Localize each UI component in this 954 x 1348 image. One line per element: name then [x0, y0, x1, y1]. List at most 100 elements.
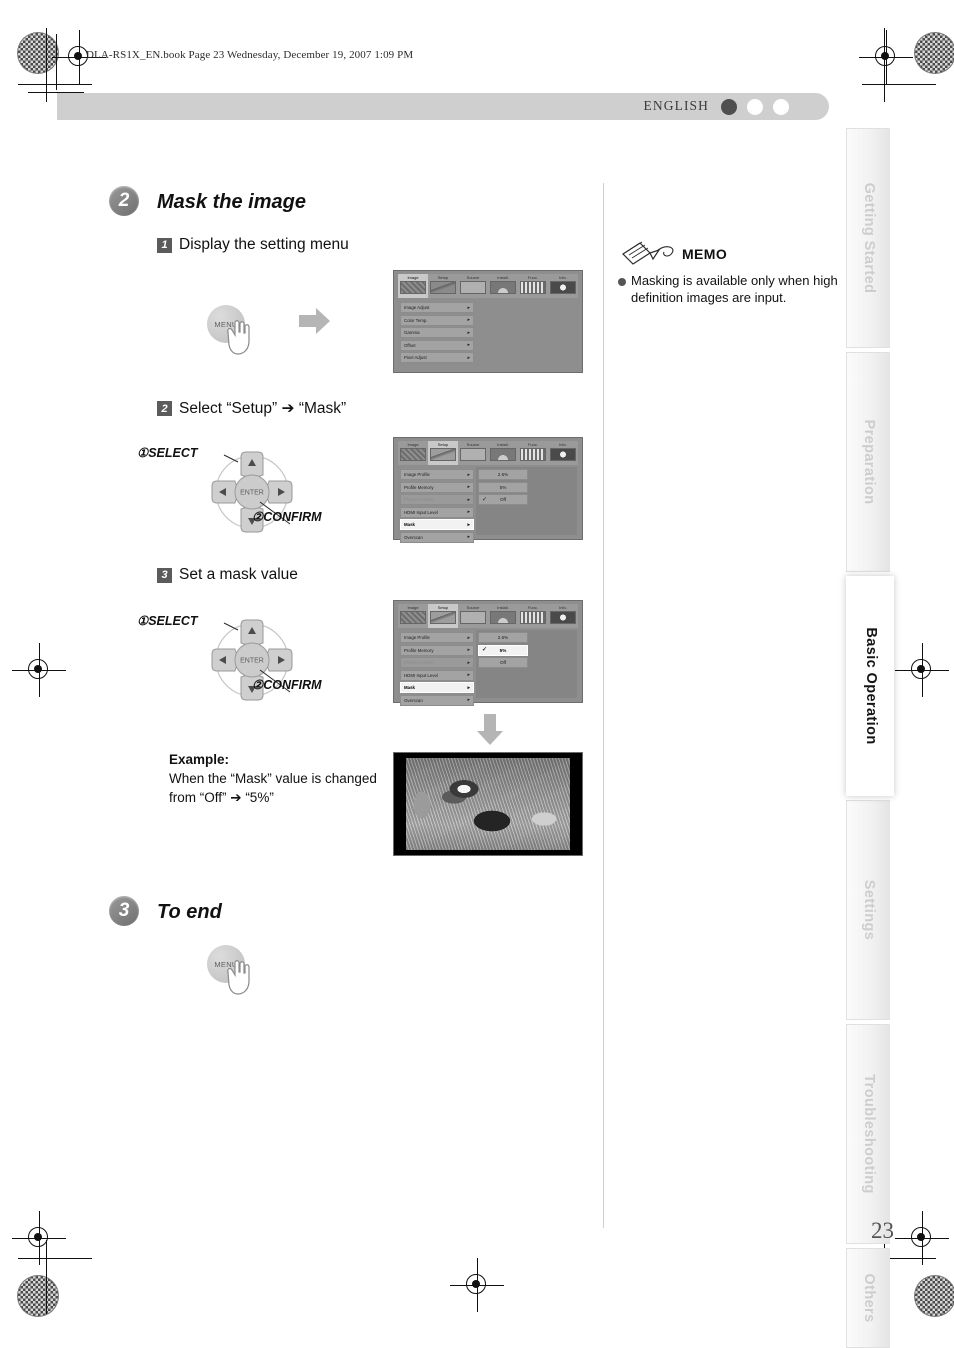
osd-value-option[interactable]: ✓ 5%: [478, 644, 528, 656]
index-tab-getting-started[interactable]: Getting Started: [846, 128, 890, 348]
osd-menu-item[interactable]: Mask ▸: [400, 682, 474, 694]
osd-tab-label: Setup: [437, 275, 449, 280]
osd-menu-item[interactable]: Image Profile ▸: [400, 632, 474, 643]
osd-tab-source[interactable]: Source: [458, 274, 488, 298]
grey-arrow-right-1: [299, 308, 330, 334]
osd-value-option[interactable]: Off: [478, 657, 528, 669]
index-tab-troubleshooting[interactable]: Troubleshooting: [846, 1024, 890, 1244]
example-text: Example: When the “Mask” value is change…: [169, 750, 409, 807]
bars-icon: [520, 281, 546, 294]
osd-menu-item-label: Profile Memory: [404, 484, 434, 490]
osd-tab-install[interactable]: Install.: [488, 274, 518, 298]
osd-tab-source[interactable]: Source: [458, 604, 488, 628]
osd-value-option[interactable]: ✓ Off: [478, 494, 528, 506]
info-icon: [550, 448, 576, 461]
section-number-3: 3: [109, 896, 139, 926]
index-tab-settings[interactable]: Settings: [846, 800, 890, 1020]
osd-menu-item[interactable]: Image Adjust ▸: [400, 302, 474, 313]
index-tab-basic-operation[interactable]: Basic Operation: [846, 576, 894, 796]
source-connector-icon: [460, 281, 486, 294]
registration-mark-bottom-right: [895, 1211, 949, 1265]
osd-menu-item-label: Pixel Adjust: [404, 355, 427, 361]
osd-tab-image[interactable]: Image: [398, 441, 428, 465]
image-icon: [400, 448, 426, 461]
memo-text: Masking is available only when high defi…: [631, 273, 838, 305]
projector-icon: [490, 611, 516, 624]
osd-menu-item[interactable]: Picture Position ▸: [400, 657, 474, 669]
language-label: ENGLISH: [643, 98, 709, 113]
osd-value-option[interactable]: 2.5%: [478, 469, 528, 480]
memo-bullet: [618, 278, 626, 286]
osd-tab-install[interactable]: Install.: [488, 441, 518, 465]
osd-value-option[interactable]: 2.5%: [478, 632, 528, 643]
osd-menu-item[interactable]: Pixel Adjust ▸: [400, 352, 474, 364]
chevron-right-icon: ▸: [467, 634, 470, 641]
header-dot-hollow-2: [773, 99, 789, 115]
info-icon: [550, 281, 576, 294]
photo-mask-bottom: [394, 850, 582, 855]
osd-tab-func[interactable]: Func.: [518, 274, 548, 298]
osd-menu-item-label: Mask: [404, 522, 415, 528]
chevron-right-icon: ▸: [467, 484, 470, 491]
osd-tab-func[interactable]: Func.: [518, 604, 548, 628]
osd-menu-item-label: Overscan: [404, 697, 423, 703]
osd-menu-item[interactable]: Overscan ▸: [400, 694, 474, 706]
osd-tab-install[interactable]: Install.: [488, 604, 518, 628]
step-number: 3: [157, 567, 172, 583]
osd-menu-setup-mask-5pct: Image Setup Source Install. Func. Info. …: [393, 600, 583, 706]
crop-line-bottom-left-h: [18, 1258, 92, 1259]
registration-mark-top-right: [859, 30, 913, 84]
step-text: Select “Setup” ➔ “Mask”: [179, 400, 347, 417]
osd-menu-item[interactable]: HDMI Input Level ▸: [400, 506, 474, 518]
osd-value-label: Off: [499, 660, 507, 666]
osd-value-option[interactable]: 5%: [478, 481, 528, 493]
index-tab-preparation[interactable]: Preparation: [846, 352, 890, 572]
chevron-right-icon: ▸: [467, 471, 470, 478]
page-header-bar: ENGLISH: [57, 93, 829, 120]
book-file-banner: DLA-RS1X_EN.book Page 23 Wednesday, Dece…: [86, 49, 414, 61]
osd-tab-setup[interactable]: Setup: [428, 441, 458, 465]
osd-tab-image[interactable]: Image: [398, 604, 428, 628]
osd-item-list: Image Profile ▸ Profile Memory ▸ Picture Pos…: [400, 632, 474, 708]
osd-menu-item-label: Overscan: [404, 534, 423, 540]
osd-menu-item[interactable]: Profile Memory ▸: [400, 481, 474, 493]
registration-mark-mid-right: [895, 643, 949, 697]
osd-tab-setup[interactable]: Setup: [428, 604, 458, 628]
osd-tab-source[interactable]: Source: [458, 441, 488, 465]
osd-value-label: 5%: [499, 647, 507, 653]
osd-menu-item[interactable]: HDMI Input Level ▸: [400, 669, 474, 681]
example-label: Example:: [169, 752, 230, 767]
osd-tab-info[interactable]: Info.: [548, 604, 578, 628]
example-photo-red-pandas: [393, 752, 583, 856]
osd-item-list: Image Profile ▸ Profile Memory ▸ Picture Pos…: [400, 469, 474, 545]
osd-tab-info[interactable]: Info.: [548, 274, 578, 298]
pointing-hand-icon-1: [227, 320, 250, 355]
osd-tab-info[interactable]: Info.: [548, 441, 578, 465]
osd-menu-item[interactable]: Overscan ▸: [400, 531, 474, 543]
osd-menu-item[interactable]: Offset ▸: [400, 339, 474, 351]
bars-icon: [520, 448, 546, 461]
osd-tab-label: Setup: [437, 442, 449, 447]
osd-menu-item[interactable]: Picture Position ▸: [400, 494, 474, 506]
osd-menu-item-label: Image Profile: [404, 472, 430, 477]
photo-mask-left: [394, 753, 406, 855]
osd-menu-item-label: Picture Position: [404, 660, 435, 666]
osd-menu-item[interactable]: Color Temp. ▸: [400, 314, 474, 326]
remote-select-pad-1: ENTER: [172, 446, 352, 538]
index-tab-others[interactable]: Others: [846, 1248, 890, 1348]
osd-tab-bar: Image Setup Source Install. Func. Info.: [398, 441, 578, 465]
osd-menu-item[interactable]: Profile Memory ▸: [400, 644, 474, 656]
osd-tab-setup[interactable]: Setup: [428, 274, 458, 298]
osd-tab-image[interactable]: Image: [398, 274, 428, 298]
osd-tab-label: Info.: [559, 442, 567, 447]
osd-item-list: Image Adjust ▸ Color Temp. ▸ Gamma ▸ Offset ▸ Pi…: [400, 302, 474, 365]
osd-menu-item[interactable]: Mask ▸: [400, 519, 474, 531]
osd-menu-item[interactable]: Gamma ▸: [400, 327, 474, 339]
osd-menu-item[interactable]: Image Profile ▸: [400, 469, 474, 480]
index-tab-label: Settings: [860, 879, 877, 941]
photo-content: [394, 753, 582, 855]
chevron-right-icon: ▸: [467, 659, 470, 666]
osd-tab-func[interactable]: Func.: [518, 441, 548, 465]
osd-menu-item-label: Mask: [404, 685, 415, 691]
step-1-display-setting-menu: 1 Display the setting menu: [157, 236, 349, 254]
